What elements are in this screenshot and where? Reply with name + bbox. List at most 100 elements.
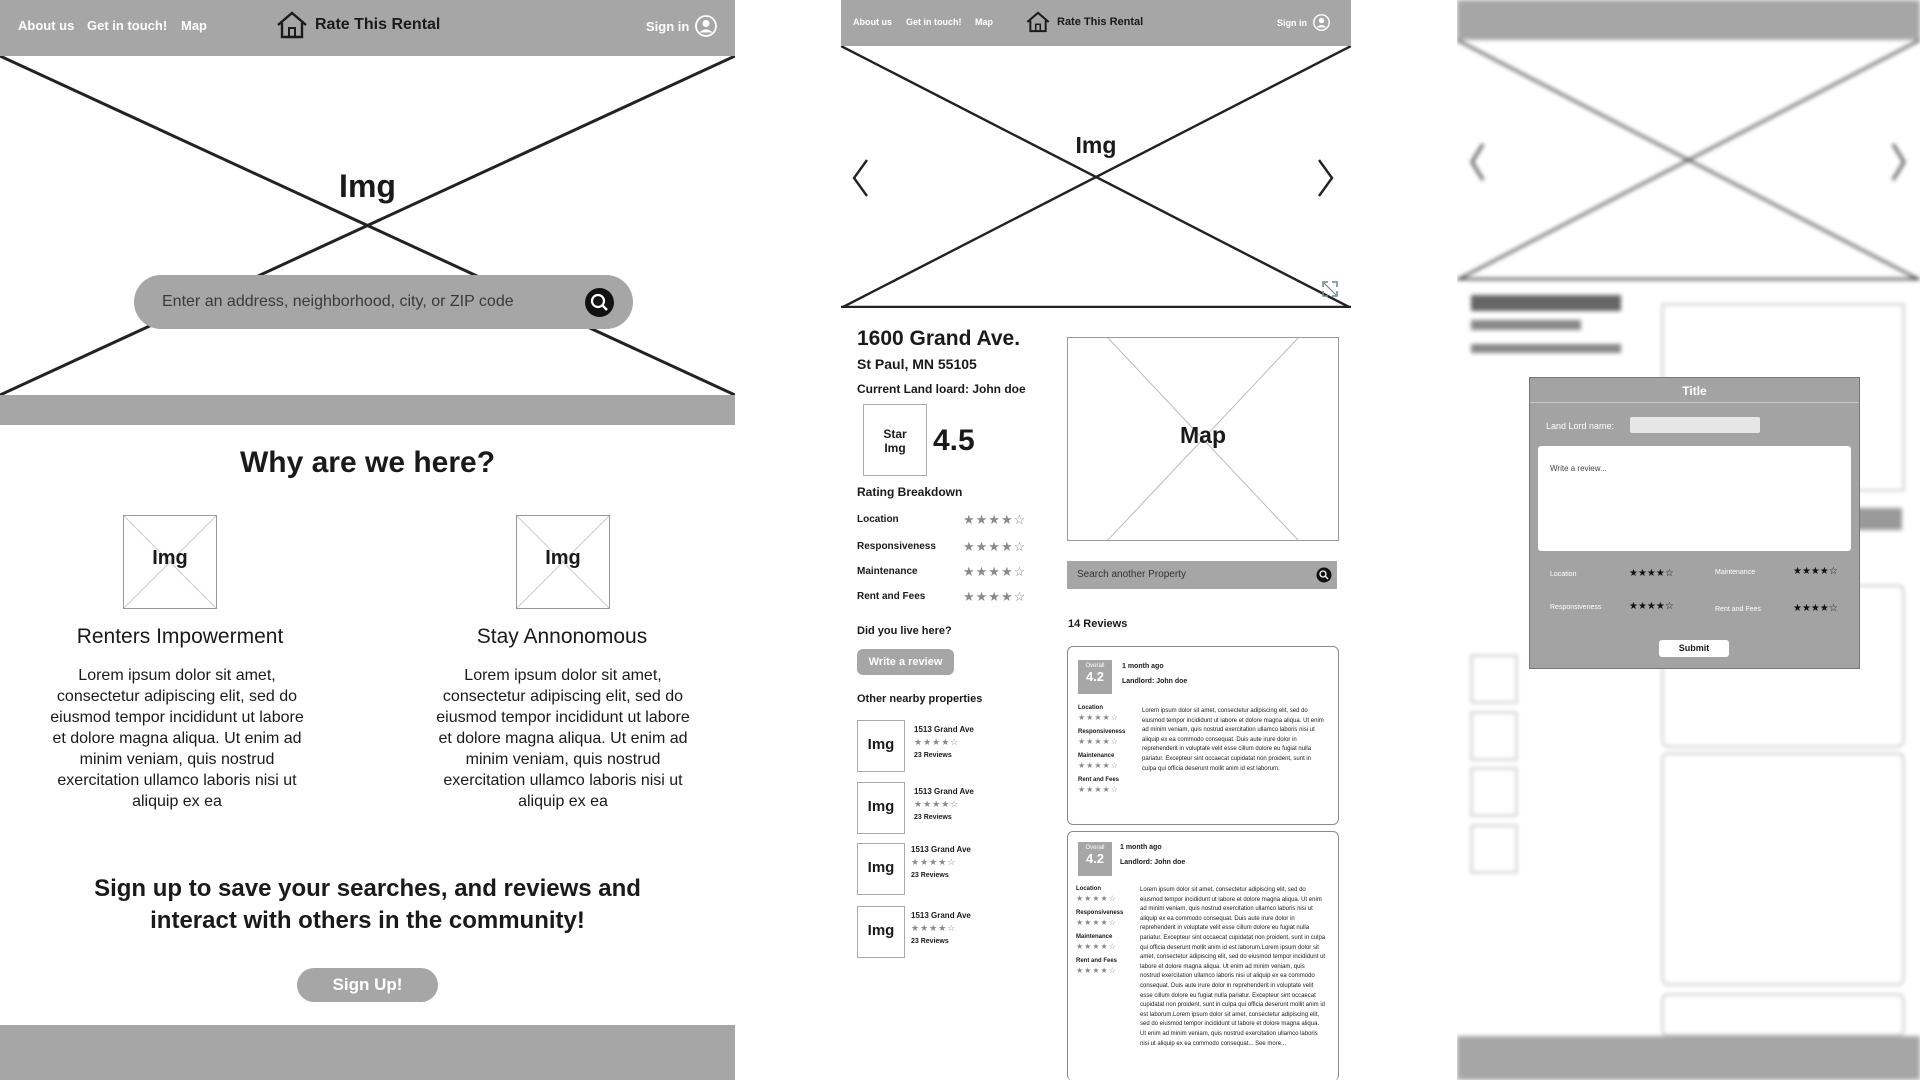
nearby-name[interactable]: 1513 Grand Ave [911,845,971,854]
nav-contact-link[interactable]: Get in touch! [906,17,962,27]
write-review-button[interactable]: Write a review [857,649,954,675]
top-nav: About us Get in touch! Map Rate This Ren… [0,0,735,56]
review-landlord: Landlord: John doe [1120,859,1186,866]
modal-cat-label: Rent and Fees [1715,606,1761,613]
chevron-left-icon[interactable] [851,158,869,198]
review-cat-label: Maintenance [1076,934,1113,940]
review-cat-label: Rent and Fees [1078,777,1120,783]
star-image-placeholder: Star Img [863,404,927,476]
property-address: 1600 Grand Ave. [857,327,1021,350]
review-textarea-placeholder: Write a review... [1550,464,1607,473]
nearby-name[interactable]: 1513 Grand Ave [911,911,971,920]
review-cat-stars: ★★★★☆ [1076,942,1117,951]
why-title: Why are we here? [239,446,496,479]
feature-2-text: Lorem ipsum dolor sit amet, consectetur … [436,667,690,810]
nearby-reviews: 23 Reviews [911,872,949,879]
review-cat-stars: ★★★★☆ [1078,737,1119,746]
nav-about-link[interactable]: About us [853,17,892,27]
home-search-bar[interactable]: Enter an address, neighborhood, city, or… [134,275,633,329]
overall-score-badge: Overall 4.2 [1078,842,1112,876]
feature-2-title: Stay Annonomous [476,625,648,648]
nearby-stars: ★★★★☆ [911,857,957,867]
home-search-input[interactable]: Enter an address, neighborhood, city, or… [162,293,514,311]
home-page-frame: About us Get in touch! Map Rate This Ren… [0,0,735,1080]
feature-1-title: Renters Impowerment [76,625,284,648]
nearby-name[interactable]: 1513 Grand Ave [914,787,974,796]
house-icon [277,11,307,39]
map-placeholder[interactable]: Map [1067,337,1339,541]
footer-band [0,1025,735,1080]
modal-cat-stars[interactable]: ★★★★☆ [1629,601,1674,612]
property-search-bar[interactable]: Search another Property [1067,561,1337,589]
search-icon[interactable] [1316,567,1332,583]
feature-1-img-label: Img [152,547,188,569]
review-card: Overall 4.2 1 month ago Landlord: John d… [1067,646,1339,825]
brand-logo[interactable]: Rate This Rental [1025,10,1143,34]
nearby-thumbnail[interactable]: Img [857,906,905,958]
nav-map-link[interactable]: Map [181,18,207,33]
nearby-name[interactable]: 1513 Grand Ave [914,725,974,734]
review-cat-stars: ★★★★☆ [1076,918,1117,927]
nearby-stars: ★★★★☆ [914,737,960,747]
modal-cat-label: Responsiveness [1550,604,1602,611]
modal-cat-label: Maintenance [1715,569,1756,576]
review-landlord: Landlord: John doe [1122,678,1188,685]
modal-title: Title [1682,384,1707,398]
signup-prompt: Sign up to save your searches, and revie… [94,875,641,934]
signin-button[interactable]: Sign in [1277,14,1330,31]
nav-contact-link[interactable]: Get in touch! [87,18,167,33]
property-search-input[interactable]: Search another Property [1077,569,1186,580]
lived-here-prompt: Did you live here? [857,625,952,637]
landlord-name-input[interactable] [1630,417,1760,433]
rating-breakdown-title: Rating Breakdown [857,485,963,499]
expand-icon[interactable] [1321,280,1339,298]
review-time: 1 month ago [1122,663,1164,670]
review-cat-stars: ★★★★☆ [1076,966,1117,975]
signin-label: Sign in [646,18,690,34]
property-hero-img-label: Img [1075,132,1117,158]
property-landlord: Current Land loard: John doe [857,382,1026,396]
breakdown-label: Rent and Fees [857,591,926,602]
overall-score: 4.2 [1085,851,1105,866]
brand-logo[interactable]: Rate This Rental [275,10,440,40]
overall-rating: 4.5 [933,424,975,457]
nearby-thumbnail[interactable]: Img [857,782,905,834]
chevron-right-icon[interactable] [1317,158,1335,198]
nearby-thumbnail[interactable]: Img [857,720,905,772]
review-cat-stars: ★★★★☆ [1078,713,1119,722]
nearby-reviews: 23 Reviews [911,938,949,945]
breakdown-stars: ★★★★☆ [963,589,1027,604]
modal-cat-stars[interactable]: ★★★★☆ [1793,603,1838,614]
review-time: 1 month ago [1120,844,1162,851]
user-avatar-icon [695,15,718,37]
submit-button[interactable]: Submit [1659,640,1729,657]
review-cat-label: Responsiveness [1076,910,1124,916]
review-text: Lorem ipsum dolor sit amet, consectetur … [1142,708,1324,772]
review-textarea[interactable]: Write a review... [1538,446,1851,551]
review-cat-label: Location [1078,705,1103,711]
modal-cat-stars[interactable]: ★★★★☆ [1629,568,1674,579]
review-cat-label: Location [1076,886,1101,892]
nearby-reviews: 23 Reviews [914,814,952,821]
property-top-nav: About us Get in touch! Map Rate This Ren… [841,0,1351,46]
hero-bottom-band [0,395,735,425]
review-cat-stars: ★★★★☆ [1078,761,1119,770]
modal-title-divider [1530,402,1859,403]
review-cat-label: Responsiveness [1078,729,1126,735]
brand-name: Rate This Rental [315,16,441,33]
nav-map-link[interactable]: Map [975,17,993,27]
signup-button[interactable]: Sign Up! [297,968,438,1002]
landlord-name-label: Land Lord name: [1546,421,1615,431]
nearby-thumbnail[interactable]: Img [857,843,905,895]
signin-button[interactable]: Sign in [646,15,718,37]
breakdown-stars: ★★★★☆ [963,512,1027,527]
review-modal: Title Land Lord name: Write a review... … [1529,377,1860,669]
nav-about-link[interactable]: About us [18,18,74,33]
hero-image-placeholder: Img [0,56,735,395]
brand-name: Rate This Rental [1057,16,1144,28]
modal-cat-label: Location [1550,571,1577,578]
search-icon[interactable] [585,288,614,317]
modal-cat-stars[interactable]: ★★★★☆ [1793,566,1838,577]
breakdown-label: Responsiveness [857,541,936,552]
overall-score: 4.2 [1085,669,1105,684]
